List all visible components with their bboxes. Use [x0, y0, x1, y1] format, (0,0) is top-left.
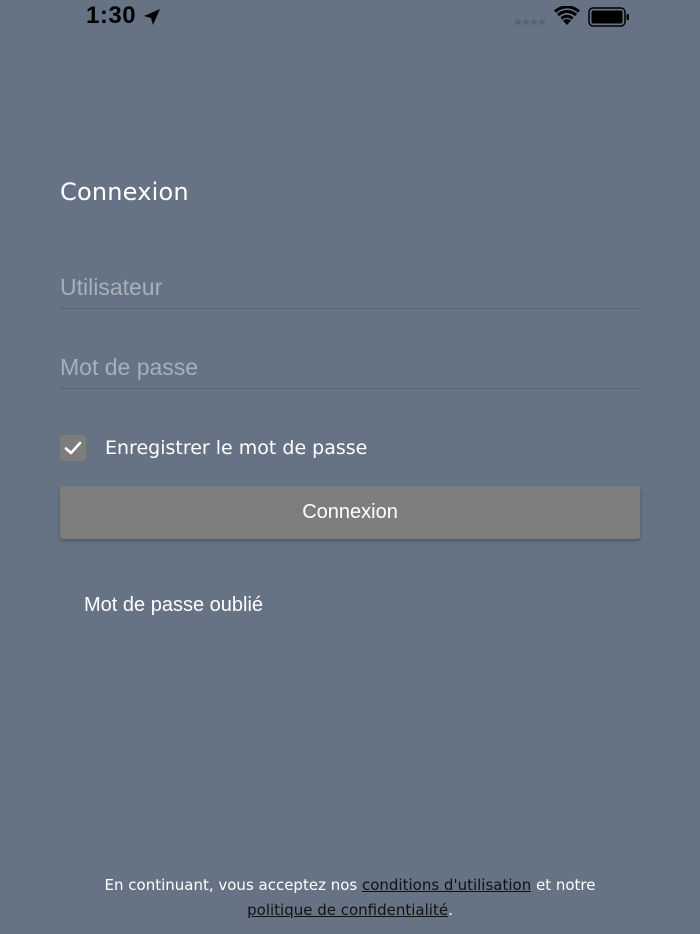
wifi-icon	[554, 6, 580, 25]
terms-link[interactable]: conditions d'utilisation	[362, 876, 531, 894]
cellular-signal-icon	[515, 19, 545, 25]
remember-password-row[interactable]: Enregistrer le mot de passe	[60, 434, 367, 462]
status-bar: 1:30	[0, 0, 700, 34]
password-input[interactable]	[60, 348, 640, 386]
location-arrow-icon	[144, 9, 160, 25]
legal-suffix: .	[448, 901, 453, 919]
remember-password-checkbox[interactable]	[60, 435, 86, 461]
remember-password-label: Enregistrer le mot de passe	[105, 437, 368, 459]
login-button[interactable]: Connexion	[60, 486, 640, 539]
battery-icon	[588, 7, 629, 27]
username-input[interactable]	[60, 268, 640, 306]
forgot-password-link[interactable]: Mot de passe oublié	[84, 594, 263, 617]
legal-middle: et notre	[531, 876, 596, 894]
username-field	[60, 268, 640, 309]
legal-prefix: En continuant, vous acceptez nos	[104, 876, 362, 894]
checkmark-icon	[64, 441, 82, 455]
privacy-link[interactable]: politique de confidentialité	[247, 901, 448, 919]
status-time: 1:30	[86, 2, 137, 29]
legal-notice: En continuant, vous acceptez nos conditi…	[0, 873, 700, 923]
password-field	[60, 348, 640, 389]
page-title: Connexion	[60, 178, 189, 206]
